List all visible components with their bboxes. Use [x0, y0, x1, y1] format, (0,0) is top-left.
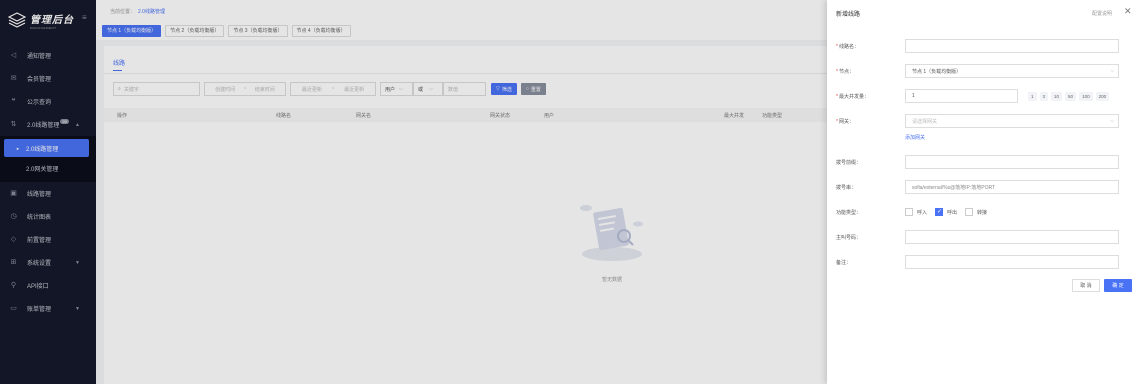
concurrency-value: 1	[912, 93, 915, 99]
checkbox-label: 呼入	[917, 209, 928, 216]
concurrency-presets: 1 3 10 50 100 200	[1028, 91, 1112, 101]
preset-chip[interactable]: 1	[1028, 91, 1037, 101]
form-row-caller: 主叫号码：	[836, 230, 1136, 244]
form-row-function: 功能类型： 呼入 呼出 转接	[836, 205, 1136, 219]
prefix-input[interactable]	[905, 155, 1119, 169]
checkbox-outbound[interactable]	[935, 208, 944, 216]
form-row-line-name: *线路名：	[836, 39, 1136, 53]
chevron-down-icon: ⌵	[1110, 68, 1114, 74]
field-label: 拨号串：	[836, 184, 857, 191]
node-label: *节点：	[836, 68, 854, 75]
dial-label: 拨号串：	[836, 184, 906, 191]
close-icon[interactable]: ✕	[1124, 6, 1132, 17]
field-label: 备注：	[836, 259, 852, 266]
field-label: 最大并发量：	[838, 93, 869, 100]
concurrency-label: *最大并发量：	[836, 93, 869, 100]
field-label: 拨号前缀：	[836, 159, 862, 166]
form-row-gateway: *网关： 请选择网关 ⌵	[836, 114, 1136, 128]
field-label: 线路名：	[838, 43, 859, 50]
checkbox-label: 转接	[977, 209, 988, 216]
gateway-placeholder: 请选择网关	[912, 118, 938, 125]
function-label: 功能类型：	[836, 209, 906, 216]
field-label: 节点：	[838, 68, 854, 75]
config-help-link[interactable]: 配置说明	[1092, 10, 1112, 17]
concurrency-input[interactable]: 1	[905, 89, 1018, 103]
preset-chip[interactable]: 3	[1039, 91, 1049, 101]
add-gateway-link[interactable]: 添加网关	[905, 134, 925, 141]
function-checkboxes: 呼入 呼出 转接	[905, 208, 995, 216]
confirm-button[interactable]: 确 定	[1104, 279, 1132, 292]
remark-label: 备注：	[836, 259, 906, 266]
modal-overlay[interactable]	[0, 0, 827, 384]
field-label: 功能类型：	[836, 209, 862, 216]
form-row-dial: 拨号串： sofia/external/%s@落地IP:落地PORT	[836, 180, 1136, 194]
cancel-button[interactable]: 取 消	[1072, 279, 1100, 292]
gateway-select[interactable]: 请选择网关 ⌵	[905, 114, 1119, 128]
checkbox-label: 呼出	[947, 209, 958, 216]
preset-chip[interactable]: 10	[1051, 91, 1063, 101]
preset-chip[interactable]: 200	[1095, 91, 1110, 101]
node-select-value: 节点 1（负载均衡版）	[912, 68, 962, 75]
form-row-prefix: 拨号前缀：	[836, 155, 1136, 169]
chevron-down-icon: ⌵	[1110, 118, 1114, 124]
line-name-input[interactable]	[905, 39, 1119, 53]
caller-input[interactable]	[905, 230, 1119, 244]
preset-chip[interactable]: 50	[1065, 91, 1077, 101]
field-label: 主叫号码：	[836, 234, 862, 241]
remark-input[interactable]	[905, 255, 1119, 269]
preset-chip[interactable]: 100	[1079, 91, 1093, 101]
gateway-label: *网关：	[836, 118, 854, 125]
field-label: 网关：	[838, 118, 854, 125]
node-select[interactable]: 节点 1（负载均衡版） ⌵	[905, 64, 1119, 78]
form-row-node: *节点： 节点 1（负载均衡版） ⌵	[836, 64, 1136, 78]
form-row-concurrency: *最大并发量： 1 1 3 10 50 100 200	[836, 89, 1136, 103]
dial-value: sofia/external/%s@落地IP:落地PORT	[912, 184, 996, 191]
drawer-title: 新增线路	[836, 12, 861, 18]
form-row-remark: 备注：	[836, 255, 1136, 269]
add-line-drawer: 新增线路 配置说明 ✕ *线路名： *节点： 节点 1（负载均衡版） ⌵ *最大…	[827, 0, 1139, 384]
prefix-label: 拨号前缀：	[836, 159, 906, 166]
checkbox-inbound[interactable]	[905, 208, 913, 216]
checkbox-transfer[interactable]	[965, 208, 974, 216]
caller-label: 主叫号码：	[836, 234, 906, 241]
line-name-label: *线路名：	[836, 43, 859, 50]
dial-input[interactable]: sofia/external/%s@落地IP:落地PORT	[905, 180, 1119, 194]
